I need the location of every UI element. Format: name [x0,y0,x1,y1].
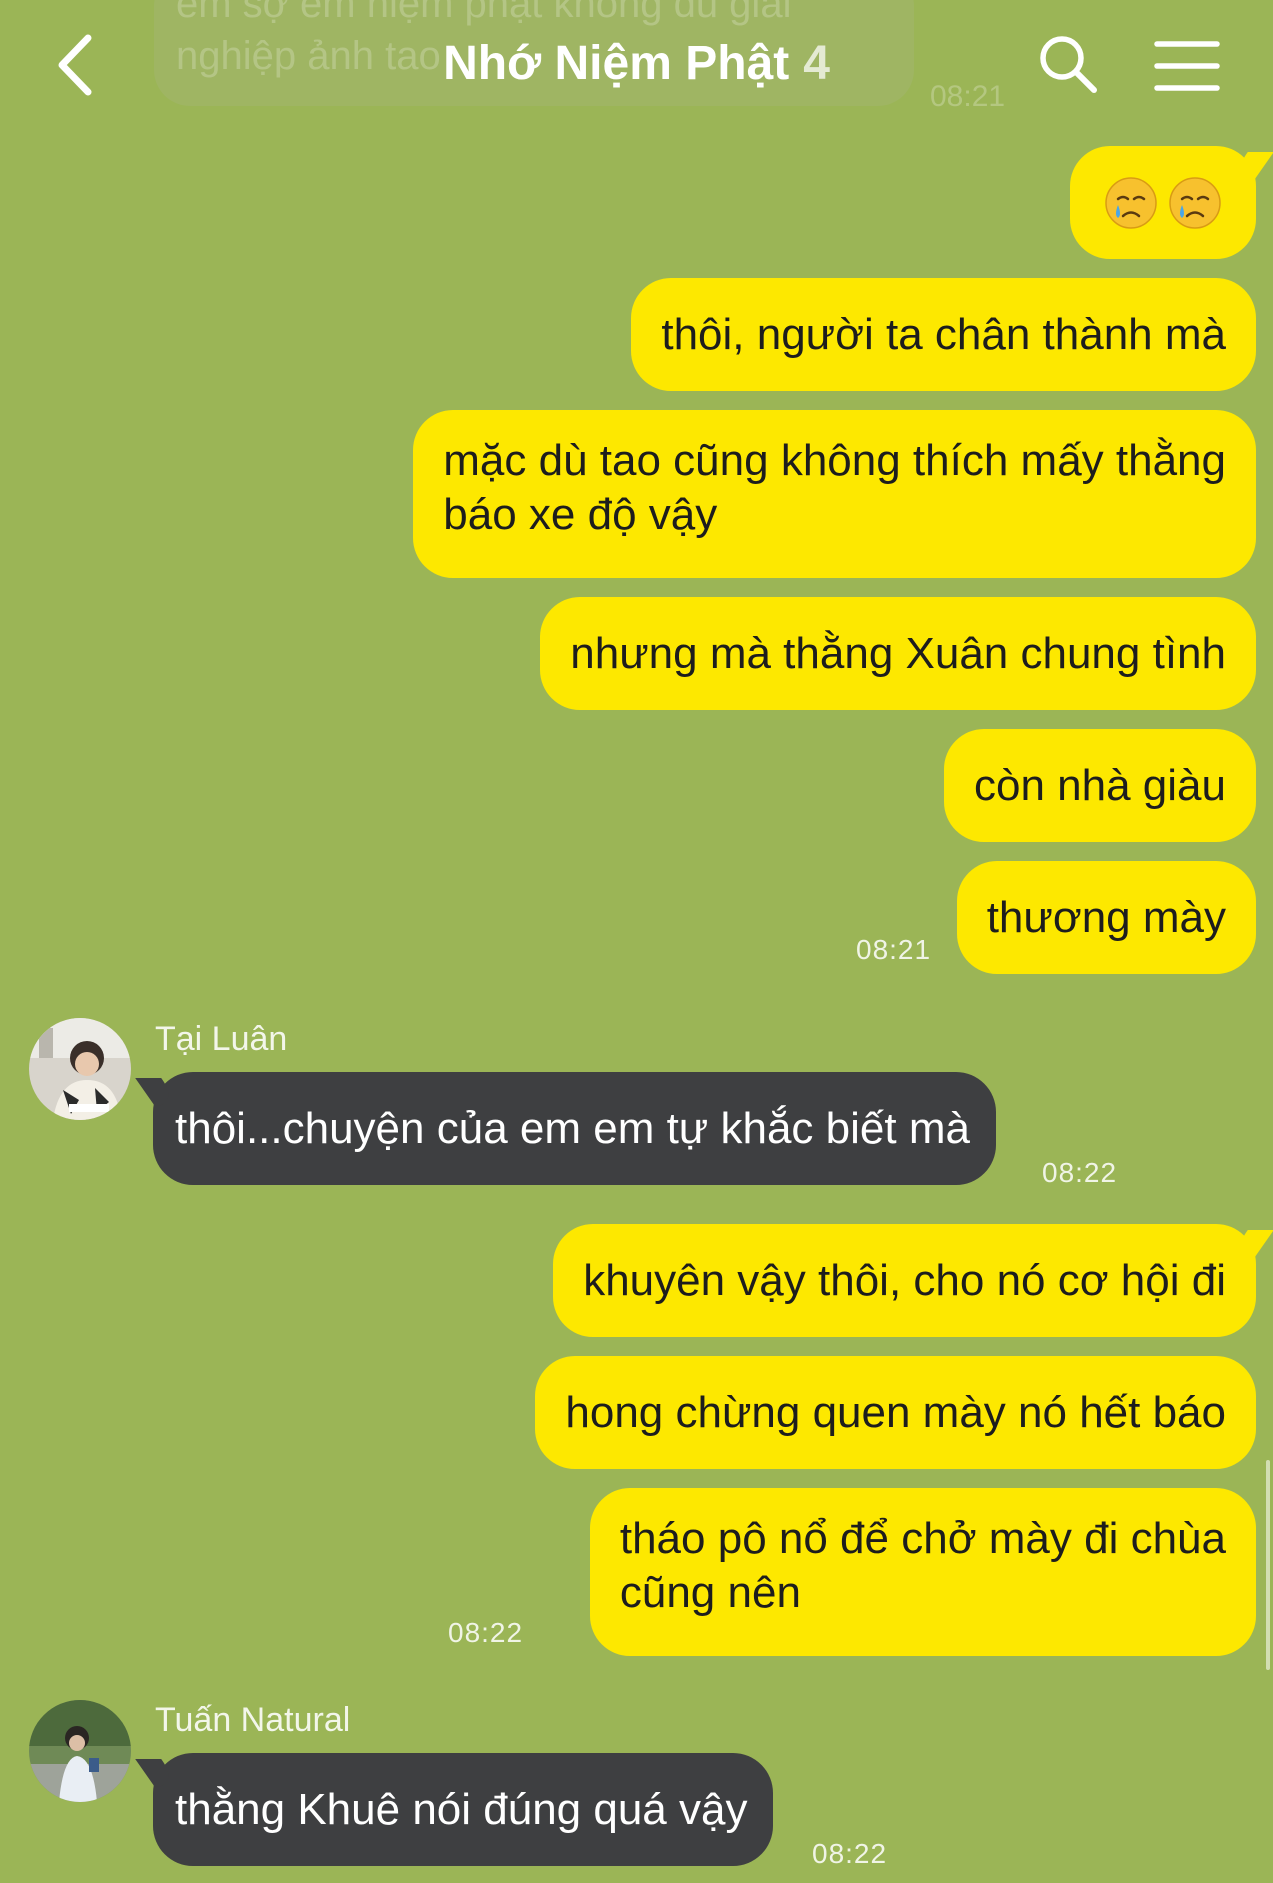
sender-name: Tuấn Natural [155,1701,351,1739]
message-timestamp: 08:22 [448,1617,524,1648]
message-bubble[interactable]: còn nhà giàu [944,729,1256,842]
message-bubble[interactable]: tháo pô nổ để chở mày đi chùa cũng nên [589,1488,1256,1656]
message-text: còn nhà giàu [974,760,1226,810]
message-bubble[interactable]: nhưng mà thằng Xuân chung tình [540,597,1256,710]
message-timestamp: 08:22 [812,1838,888,1869]
menu-button[interactable] [1154,38,1220,94]
message-text: thôi, người ta chân thành mà [661,309,1226,359]
crying-face-emoji-icon [1105,176,1157,229]
message-text: thằng Khuê nói đúng quá vậy [175,1784,748,1834]
message-bubble[interactable]: thằng Khuê nói đúng quá vậy [153,1753,774,1866]
message-bubble[interactable]: hong chừng quen mày nó hết báo [535,1356,1256,1469]
hamburger-menu-icon [1154,41,1220,91]
scrollbar[interactable] [1266,1460,1270,1670]
message-text: hong chừng quen mày nó hết báo [565,1387,1226,1437]
message-text-line: cũng nên [619,1568,801,1617]
message-bubble[interactable]: thôi...chuyện của em em tự khắc biết mà [153,1072,996,1185]
message-timestamp: 08:22 [1042,1157,1118,1188]
message-bubble[interactable]: thương mày [956,861,1256,974]
avatar-tai-luan[interactable] [29,1018,131,1120]
message-text-line: mặc dù tao cũng không thích mấy thằng [443,436,1226,485]
member-count: 4 [803,37,830,90]
message-bubble[interactable]: khuyên vậy thôi, cho nó cơ hội đi [553,1224,1256,1337]
message-text: thôi...chuyện của em em tự khắc biết mà [175,1103,970,1153]
chat-header: Nhớ Niệm Phật 4 [0,0,1273,130]
search-icon [1040,36,1097,93]
message-bubble[interactable]: mặc dù tao cũng không thích mấy thằng bá… [413,410,1256,578]
avatar-tuan-natural[interactable] [29,1700,131,1802]
sender-name: Tại Luân [155,1020,288,1058]
message-bubble[interactable]: thôi, người ta chân thành mà [631,278,1256,391]
user-photo-icon [29,1700,131,1802]
search-button[interactable] [1036,32,1100,96]
crying-face-emoji-icon [1169,176,1221,229]
message-text-line: tháo pô nổ để chở mày đi chùa [619,1514,1226,1563]
message-text-line: báo xe độ vậy [443,490,718,539]
message-text: khuyên vậy thôi, cho nó cơ hội đi [583,1255,1226,1305]
group-name: Nhớ Niệm Phật [443,37,790,90]
user-photo-icon [29,1018,131,1120]
message-timestamp: 08:21 [856,934,932,965]
message-text: thương mày [986,892,1226,942]
message-bubble[interactable] [1070,146,1256,259]
message-text: nhưng mà thằng Xuân chung tình [570,628,1226,678]
